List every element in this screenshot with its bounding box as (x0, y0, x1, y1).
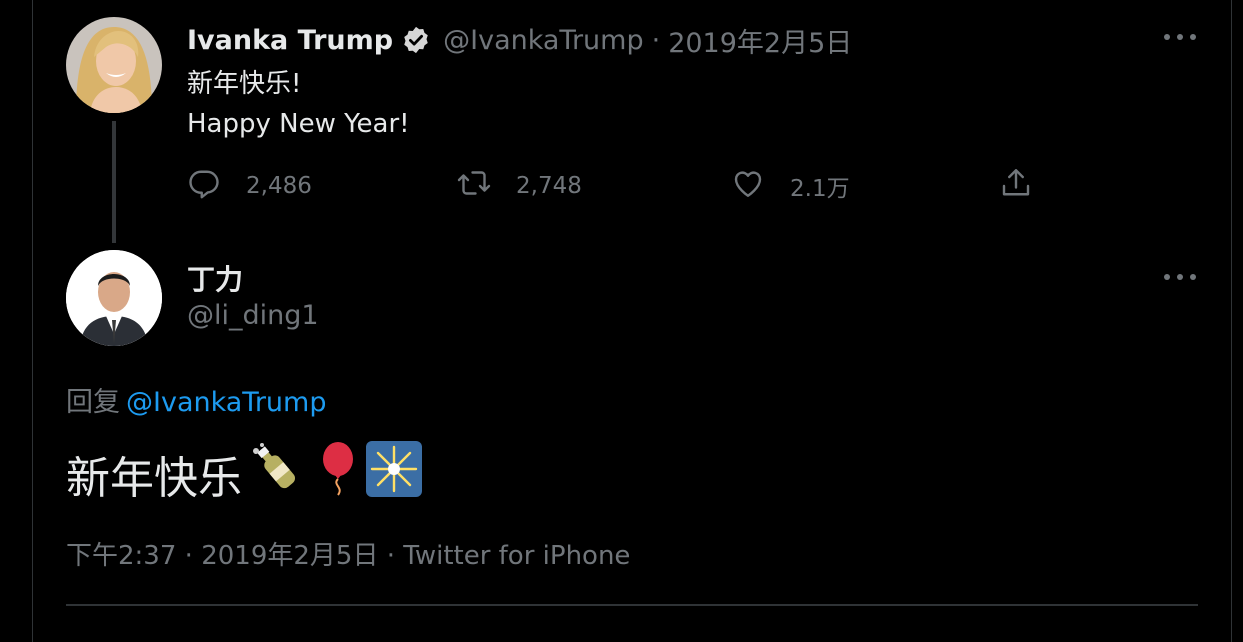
retweet-button[interactable]: 2,748 (456, 166, 582, 206)
replying-prefix: 回复 (66, 387, 120, 418)
meta-separator: · (386, 541, 395, 571)
replying-to-mention[interactable]: @IvankaTrump (126, 387, 326, 418)
parent-tweet-actions: 2,486 2,748 2.1万 (186, 166, 1046, 206)
replying-to-line: 回复 @IvankaTrump (66, 380, 326, 419)
champagne-emoji (248, 441, 310, 508)
parent-tweet-text: 新年快乐! Happy New Year! (187, 69, 410, 139)
parent-author-avatar[interactable] (66, 17, 162, 113)
like-count: 2.1万 (790, 176, 850, 202)
reply-time[interactable]: 下午2:37 (66, 541, 176, 571)
reply-count: 2,486 (246, 173, 312, 199)
retweet-icon (456, 165, 492, 207)
reply-icon (186, 165, 222, 207)
parent-author-handle[interactable]: @IvankaTrump (443, 25, 643, 56)
reply-author-handle[interactable]: @li_ding1 (187, 300, 319, 331)
reply-author-name[interactable]: 丁力 (187, 258, 243, 298)
parent-tweet-header: Ivanka Trump @IvankaTrump · 2019年2月5日 (187, 20, 852, 60)
reply-author-avatar[interactable] (66, 250, 162, 346)
parent-tweet-date[interactable]: 2019年2月5日 (668, 21, 852, 60)
divider (66, 604, 1198, 606)
tweet-source[interactable]: Twitter for iPhone (403, 541, 630, 571)
thread-connector-line (112, 121, 116, 243)
reply-tweet-text: 新年快乐 (66, 440, 422, 504)
header-separator: · (651, 24, 661, 56)
retweet-count: 2,748 (516, 173, 582, 199)
verified-badge-icon (401, 25, 431, 55)
balloon-emoji (316, 441, 360, 508)
sparkler-emoji (366, 440, 422, 508)
reply-button[interactable]: 2,486 (186, 166, 312, 206)
share-button[interactable] (998, 166, 1034, 206)
share-icon (998, 165, 1034, 207)
like-icon (730, 165, 766, 207)
like-button[interactable]: 2.1万 (730, 166, 850, 206)
more-icon[interactable] (1164, 31, 1196, 43)
reply-text-content: 新年快乐 (66, 453, 242, 504)
meta-separator: · (184, 541, 193, 571)
reply-date[interactable]: 2019年2月5日 (201, 541, 378, 571)
more-icon[interactable] (1164, 271, 1196, 283)
reply-tweet-meta: 下午2:37 · 2019年2月5日 · Twitter for iPhone (66, 535, 630, 572)
parent-author-name[interactable]: Ivanka Trump (187, 25, 393, 56)
